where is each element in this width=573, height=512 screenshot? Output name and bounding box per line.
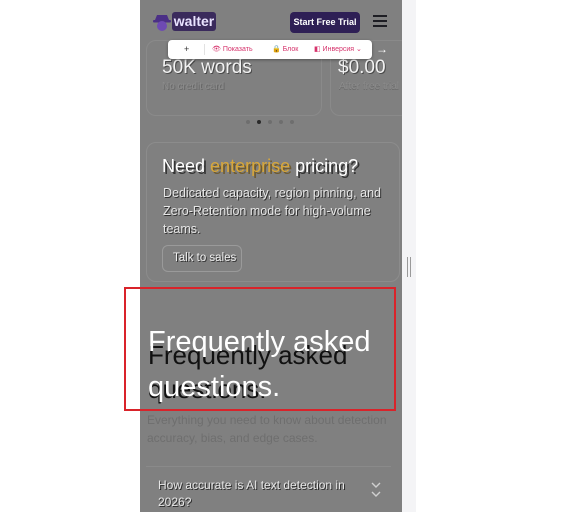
toolbar-invert-dropdown[interactable]: ◧ Инверсия ⌄ [314, 40, 362, 59]
selection-highlight-box [124, 287, 396, 411]
enterprise-title-accent: enterprise [210, 156, 291, 176]
logo-wordmark[interactable]: walter [172, 12, 216, 31]
toolbar-block-button[interactable]: 🔒 Блок [272, 40, 298, 59]
toolbar-add-button[interactable]: + [184, 40, 189, 59]
carousel-dot-active[interactable] [257, 120, 261, 124]
card-price: $0.00 [338, 57, 386, 78]
toolbar-show-button[interactable]: 👁 Показать [212, 40, 253, 59]
carousel-dot[interactable] [268, 120, 272, 124]
faq-question[interactable]: How accurate is AI text detection in 202… [158, 477, 363, 511]
enterprise-title-tail: pricing? [290, 156, 359, 176]
carousel-dot[interactable] [246, 120, 250, 124]
carousel-dot[interactable] [279, 120, 283, 124]
enterprise-title: Need enterprise pricing? [162, 156, 358, 177]
detective-logo-icon [153, 15, 171, 31]
carousel-next-icon[interactable]: → [376, 42, 388, 56]
card-note: No credit card [162, 81, 225, 92]
viewport-clip [402, 40, 416, 120]
faq-divider [146, 466, 391, 467]
talk-to-sales-label[interactable]: Talk to sales [173, 252, 236, 264]
enterprise-title-lead: Need [162, 156, 211, 176]
resize-handle[interactable] [407, 257, 411, 277]
hamburger-icon[interactable] [373, 15, 387, 27]
card-price-note: After free trial [339, 81, 400, 92]
chevron-down-icon[interactable] [371, 480, 381, 500]
accessibility-toolbar: + 👁 Показать 🔒 Блок ◧ Инверсия ⌄ [168, 40, 372, 59]
enterprise-description: Dedicated capacity, region pinning, and … [163, 186, 381, 236]
start-free-trial-button[interactable]: Start Free Trial [290, 12, 360, 33]
card-amount: 50K words [162, 57, 252, 78]
faq-subtitle: Everything you need to know about detect… [147, 413, 387, 445]
toolbar-divider [204, 44, 205, 55]
carousel-dot[interactable] [290, 120, 294, 124]
